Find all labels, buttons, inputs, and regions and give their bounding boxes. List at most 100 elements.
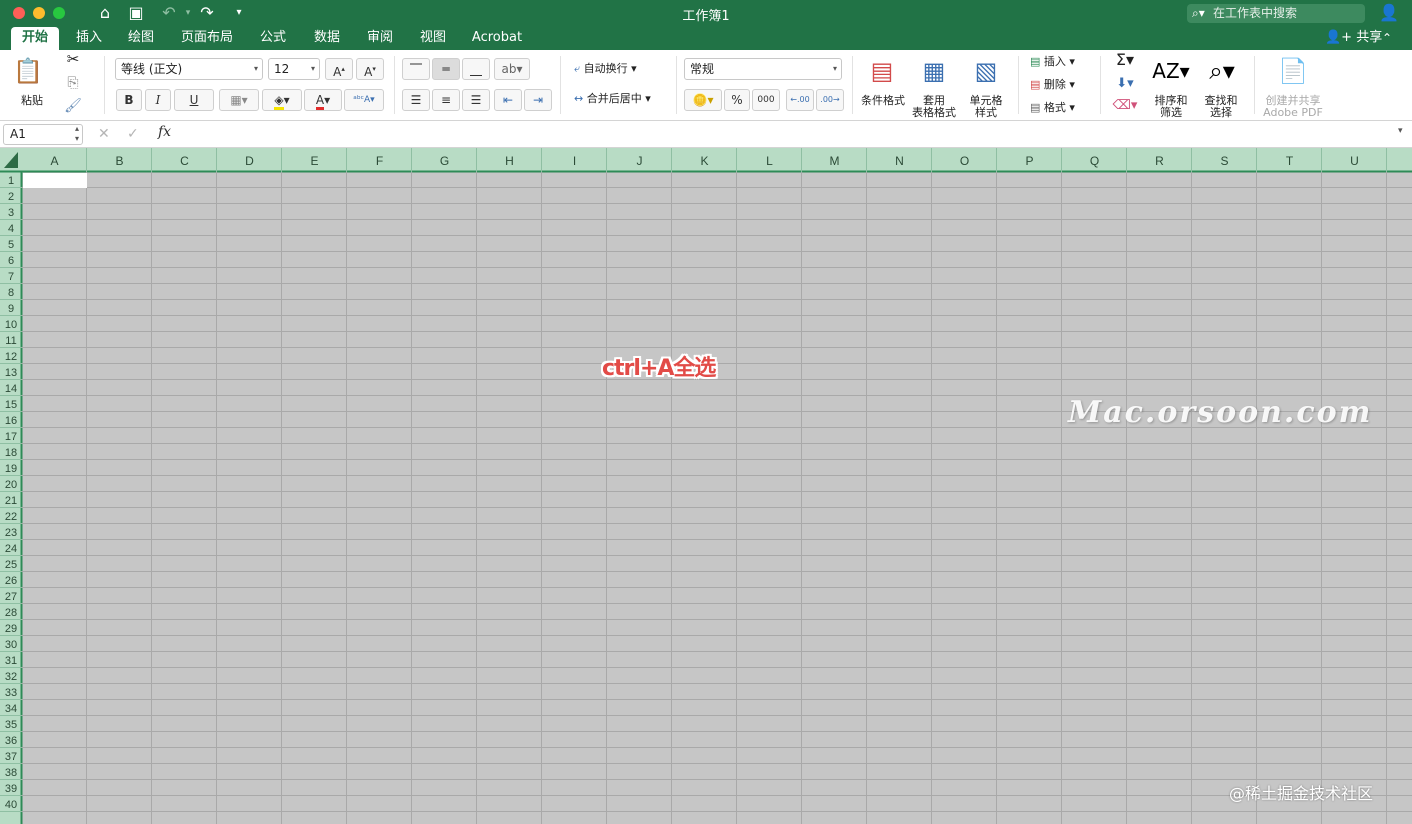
row-34-header[interactable]: 34 [5, 703, 17, 715]
column-o-header[interactable]: O [960, 154, 969, 168]
share-button[interactable]: 👤+ 共享 [1325, 28, 1382, 48]
row-24-header[interactable]: 24 [5, 543, 17, 555]
collapse-ribbon-icon[interactable]: ⌃ [1382, 28, 1392, 48]
create-pdf-icon[interactable]: 📄 [1276, 56, 1310, 86]
accounting-format-button[interactable]: 🪙▾ [684, 89, 722, 111]
column-e-header[interactable]: E [310, 154, 318, 168]
row-37-header[interactable]: 37 [5, 751, 17, 763]
format-painter-icon[interactable]: 🖌 [62, 99, 84, 113]
comma-style-button[interactable]: 000 [752, 89, 780, 111]
tab-formulas[interactable]: 公式 [252, 27, 294, 50]
copy-icon[interactable]: ⎘ [62, 76, 84, 90]
row-18-header[interactable]: 18 [5, 447, 17, 459]
row-15-header[interactable]: 15 [5, 399, 17, 411]
decrease-font-button[interactable]: A▾ [356, 58, 384, 80]
tab-view[interactable]: 视图 [412, 27, 454, 50]
decrease-decimal-button[interactable]: .00→ [816, 89, 844, 111]
tab-data[interactable]: 数据 [306, 27, 348, 50]
tab-page-layout[interactable]: 页面布局 [172, 27, 242, 50]
fill-icon[interactable]: ⬇▾ [1110, 77, 1140, 90]
tab-draw[interactable]: 绘图 [120, 27, 162, 50]
insert-cells-button[interactable]: ▤ 插入 ▾ [1030, 56, 1090, 68]
autosum-icon[interactable]: Σ▾ [1110, 52, 1140, 68]
row-9-header[interactable]: 9 [8, 303, 14, 315]
increase-decimal-button[interactable]: ←.00 [786, 89, 814, 111]
align-left-button[interactable]: ☰ [402, 89, 430, 111]
format-as-table-icon[interactable]: ▦ [914, 56, 954, 86]
name-box[interactable]: A1 ▴ ▾ [3, 124, 83, 145]
row-26-header[interactable]: 26 [5, 575, 17, 587]
column-d-header[interactable]: D [245, 154, 254, 168]
row-3-header[interactable]: 3 [8, 207, 14, 219]
increase-font-button[interactable]: A▴ [325, 58, 353, 80]
paste-icon[interactable]: 📋 [12, 56, 44, 86]
cut-icon[interactable]: ✂ [62, 52, 84, 67]
align-center-button[interactable]: ≡ [432, 89, 460, 111]
row-22-header[interactable]: 22 [5, 511, 17, 523]
cancel-entry-icon[interactable]: ✕ [98, 125, 110, 143]
row-39-header[interactable]: 39 [5, 783, 17, 795]
column-j-header[interactable]: J [637, 154, 643, 168]
column-i-header[interactable]: I [573, 154, 576, 168]
row-35-header[interactable]: 35 [5, 719, 17, 731]
conditional-format-icon[interactable]: ▤ [864, 56, 900, 86]
row-30-header[interactable]: 30 [5, 639, 17, 651]
underline-button[interactable]: U [174, 89, 214, 111]
fill-color-button[interactable]: ◈▾ [262, 89, 302, 111]
decrease-indent-button[interactable]: ⇤ [494, 89, 522, 111]
row-31-header[interactable]: 31 [5, 655, 17, 667]
row-5-header[interactable]: 5 [8, 239, 14, 251]
row-7-header[interactable]: 7 [8, 271, 14, 283]
column-a-header[interactable]: A [50, 154, 58, 168]
row-12-header[interactable]: 12 [5, 351, 17, 363]
column-f-header[interactable]: F [376, 154, 383, 168]
increase-indent-button[interactable]: ⇥ [524, 89, 552, 111]
column-p-header[interactable]: P [1025, 154, 1033, 168]
orientation-button[interactable]: ab▾ [494, 58, 530, 80]
align-top-button[interactable]: ⎺ [402, 58, 430, 80]
row-29-header[interactable]: 29 [5, 623, 17, 635]
tab-insert[interactable]: 插入 [68, 27, 110, 50]
formula-input[interactable] [184, 125, 1384, 143]
expand-formula-bar-icon[interactable]: ▾ [1398, 126, 1403, 136]
row-27-header[interactable]: 27 [5, 591, 17, 603]
find-select-icon[interactable]: ⌕▾ [1202, 56, 1242, 86]
cell-styles-icon[interactable]: ▧ [966, 56, 1006, 86]
bold-button[interactable]: B [116, 89, 142, 111]
merge-center-button[interactable]: ↔ 合并后居中 ▾ [574, 93, 674, 105]
phonetic-button[interactable]: ᵃᵇᶜA▾ [344, 89, 384, 111]
row-36-header[interactable]: 36 [5, 735, 17, 747]
borders-button[interactable]: ▦▾ [219, 89, 259, 111]
row-38-header[interactable]: 38 [5, 767, 17, 779]
clear-icon[interactable]: ⌫▾ [1110, 99, 1140, 112]
row-14-header[interactable]: 14 [5, 383, 17, 395]
row-17-header[interactable]: 17 [5, 431, 17, 443]
confirm-entry-icon[interactable]: ✓ [127, 125, 139, 143]
row-32-header[interactable]: 32 [5, 671, 17, 683]
align-bottom-button[interactable]: ⎽ [462, 58, 490, 80]
delete-cells-button[interactable]: ▤ 删除 ▾ [1030, 79, 1090, 91]
tab-home[interactable]: 开始 [11, 27, 59, 50]
row-19-header[interactable]: 19 [5, 463, 17, 475]
insert-function-icon[interactable]: fx [158, 124, 171, 140]
sheet-search-input[interactable]: ⌕▾ 在工作表中搜索 [1187, 4, 1365, 23]
column-l-header[interactable]: L [766, 154, 773, 168]
row-23-header[interactable]: 23 [5, 527, 17, 539]
row-13-header[interactable]: 13 [5, 367, 17, 379]
column-k-header[interactable]: K [700, 154, 708, 168]
row-20-header[interactable]: 20 [5, 479, 17, 491]
format-cells-button[interactable]: ▤ 格式 ▾ [1030, 102, 1090, 114]
align-right-button[interactable]: ☰ [462, 89, 490, 111]
worksheet-grid[interactable]: A B C D E F G H I J K L M N O P Q R S T U 1 2 3 4 5 6 7 8 9 10 11 12 13 14… [0, 148, 1412, 824]
active-cell-a1[interactable] [23, 173, 87, 188]
column-n-header[interactable]: N [895, 154, 904, 168]
row-28-header[interactable]: 28 [5, 607, 17, 619]
sort-filter-icon[interactable]: AZ▾ [1150, 56, 1192, 86]
column-s-header[interactable]: S [1220, 154, 1228, 168]
row-21-header[interactable]: 21 [5, 495, 17, 507]
account-icon[interactable]: 👤 [1378, 3, 1400, 23]
column-q-header[interactable]: Q [1090, 154, 1099, 168]
font-name-select[interactable]: 等线 (正文) ▾ [115, 58, 263, 80]
row-8-header[interactable]: 8 [8, 287, 14, 299]
font-color-button[interactable]: A▾ [304, 89, 342, 111]
